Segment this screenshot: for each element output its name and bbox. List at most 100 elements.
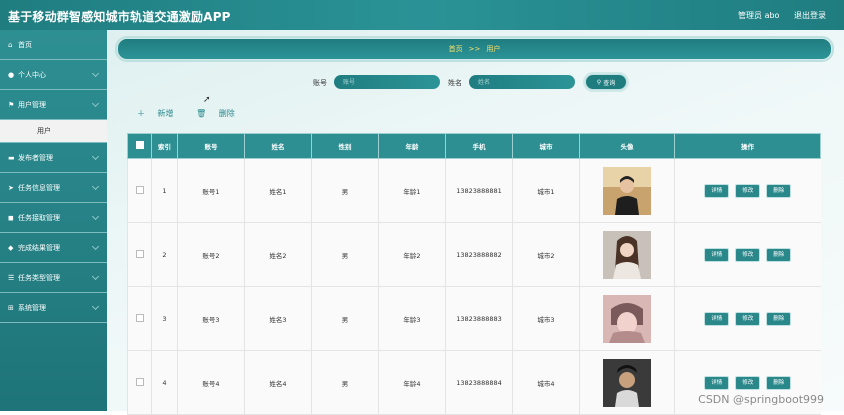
edit-button[interactable]: 修改 [735,311,761,326]
sidebar-item-results[interactable]: ◆ 完成结果管理 [0,233,107,263]
row-checkbox[interactable] [135,377,144,386]
cell-city: 城市4 [512,350,580,415]
add-label: 新增 [157,109,174,118]
cell-gender: 男 [311,158,379,223]
app-title: 基于移动群智感知城市轨道交通激励APP [8,10,231,24]
cell-index: 4 [151,350,178,415]
cell-gender: 男 [311,222,379,287]
cell-phone: 13823888881 [445,158,513,223]
cell-age: 年龄4 [378,350,446,415]
sidebar-item-label: 任务信息管理 [18,183,60,192]
breadcrumb: 首页 >> 用户 [117,38,832,60]
flag-icon: ⚑ [8,100,15,109]
table-header-row: 索引 账号 姓名 性别 年龄 手机 城市 头像 操作 [127,133,821,159]
logout-link[interactable]: 退出登录 [794,11,826,20]
select-all-checkbox[interactable] [135,141,144,149]
sidebar-item-profile[interactable]: ● 个人中心 [0,60,107,90]
header-select-all[interactable] [127,133,152,159]
header-account: 账号 [177,133,245,159]
row-checkbox-cell[interactable] [127,286,152,351]
header-operations: 操作 [674,133,821,159]
cell-operations: 详情 修改 删除 [674,286,821,351]
sidebar-item-label: 任务接取管理 [18,213,60,222]
delete-button[interactable]: 🗑 删除 [196,109,245,118]
row-delete-button[interactable]: 删除 [766,311,792,326]
cell-index: 1 [151,158,178,223]
main-content: 首页 >> 用户 账号 姓名 ⚲ 查询 ＋ 新增 🗑 删除 索引 账号 姓名 性… [107,30,844,415]
sidebar-item-home[interactable]: ⌂ 首页 [0,30,107,60]
sidebar-item-task-types[interactable]: ☰ 任务类型管理 [0,263,107,293]
plus-icon: ＋ [137,109,148,118]
sliders-icon: ☰ [8,273,15,282]
add-button[interactable]: ＋ 新增 [137,109,184,118]
cell-account: 账号4 [177,350,245,415]
table-row: 2 账号2 姓名2 男 年龄2 13823888882 城市2 详情 修改 删除 [127,222,821,287]
breadcrumb-home[interactable]: 首页 [449,44,463,54]
detail-button[interactable]: 详情 [704,183,730,198]
cell-avatar [579,350,675,415]
trash-icon: 🗑 [196,109,209,118]
header-city: 城市 [512,133,580,159]
monitor-icon: ▬ [8,153,15,162]
header-avatar: 头像 [579,133,675,159]
cell-account: 账号1 [177,158,245,223]
sidebar-subitem-user[interactable]: 用户 [0,120,107,143]
edit-button[interactable]: 修改 [735,375,761,390]
cell-age: 年龄1 [378,158,446,223]
detail-button[interactable]: 详情 [704,311,730,326]
grid-icon: ⊞ [8,303,14,312]
row-checkbox-cell[interactable] [127,158,152,223]
name-input[interactable] [469,75,575,89]
cell-city: 城市3 [512,286,580,351]
sidebar-item-label: 首页 [18,40,32,49]
detail-button[interactable]: 详情 [704,375,730,390]
cell-name: 姓名3 [244,286,312,351]
sidebar-item-label: 个人中心 [18,70,46,79]
sidebar-item-users[interactable]: ⚑ 用户管理 [0,90,107,120]
cell-gender: 男 [311,286,379,351]
sidebar-item-system[interactable]: ⊞ 系统管理 [0,293,107,323]
detail-button[interactable]: 详情 [704,247,730,262]
search-bar: 账号 姓名 ⚲ 查询 [107,74,844,90]
name-label: 姓名 [448,79,462,87]
mouse-cursor-icon: ➚ [203,95,211,105]
row-checkbox[interactable] [135,249,144,258]
row-checkbox-cell[interactable] [127,222,152,287]
header-age: 年龄 [378,133,446,159]
cell-index: 2 [151,222,178,287]
watermark: CSDN @springboot999 [698,393,824,406]
chevron-down-icon [91,302,100,311]
cell-account: 账号3 [177,286,245,351]
chevron-down-icon [91,242,100,251]
row-delete-button[interactable]: 删除 [766,247,792,262]
header-index: 索引 [151,133,178,159]
row-delete-button[interactable]: 删除 [766,183,792,198]
home-icon: ⌂ [8,40,13,49]
header-phone: 手机 [445,133,513,159]
edit-button[interactable]: 修改 [735,247,761,262]
edit-button[interactable]: 修改 [735,183,761,198]
cell-name: 姓名2 [244,222,312,287]
account-input[interactable] [334,75,440,89]
cell-index: 3 [151,286,178,351]
user-icon: ● [8,70,15,79]
avatar [603,166,651,215]
sidebar-item-task-accept[interactable]: ◼ 任务接取管理 [0,203,107,233]
cell-age: 年龄2 [378,222,446,287]
row-checkbox[interactable] [135,313,144,322]
sidebar-item-publishers[interactable]: ▬ 发布者管理 [0,143,107,173]
row-checkbox[interactable] [135,185,144,194]
table-row: 3 账号3 姓名3 男 年龄3 13823888883 城市3 详情 修改 删除 [127,286,821,351]
cell-phone: 13823888882 [445,222,513,287]
search-button[interactable]: ⚲ 查询 [585,74,627,90]
header-gender: 性别 [311,133,379,159]
sidebar-item-label: 任务类型管理 [18,273,60,282]
breadcrumb-current: 用户 [486,45,501,53]
cell-phone: 13823888884 [445,350,513,415]
sidebar-item-task-info[interactable]: ➤ 任务信息管理 [0,173,107,203]
row-delete-button[interactable]: 删除 [766,375,792,390]
chevron-down-icon [91,182,100,191]
row-checkbox-cell[interactable] [127,350,152,415]
cell-gender: 男 [311,350,379,415]
cell-name: 姓名1 [244,158,312,223]
